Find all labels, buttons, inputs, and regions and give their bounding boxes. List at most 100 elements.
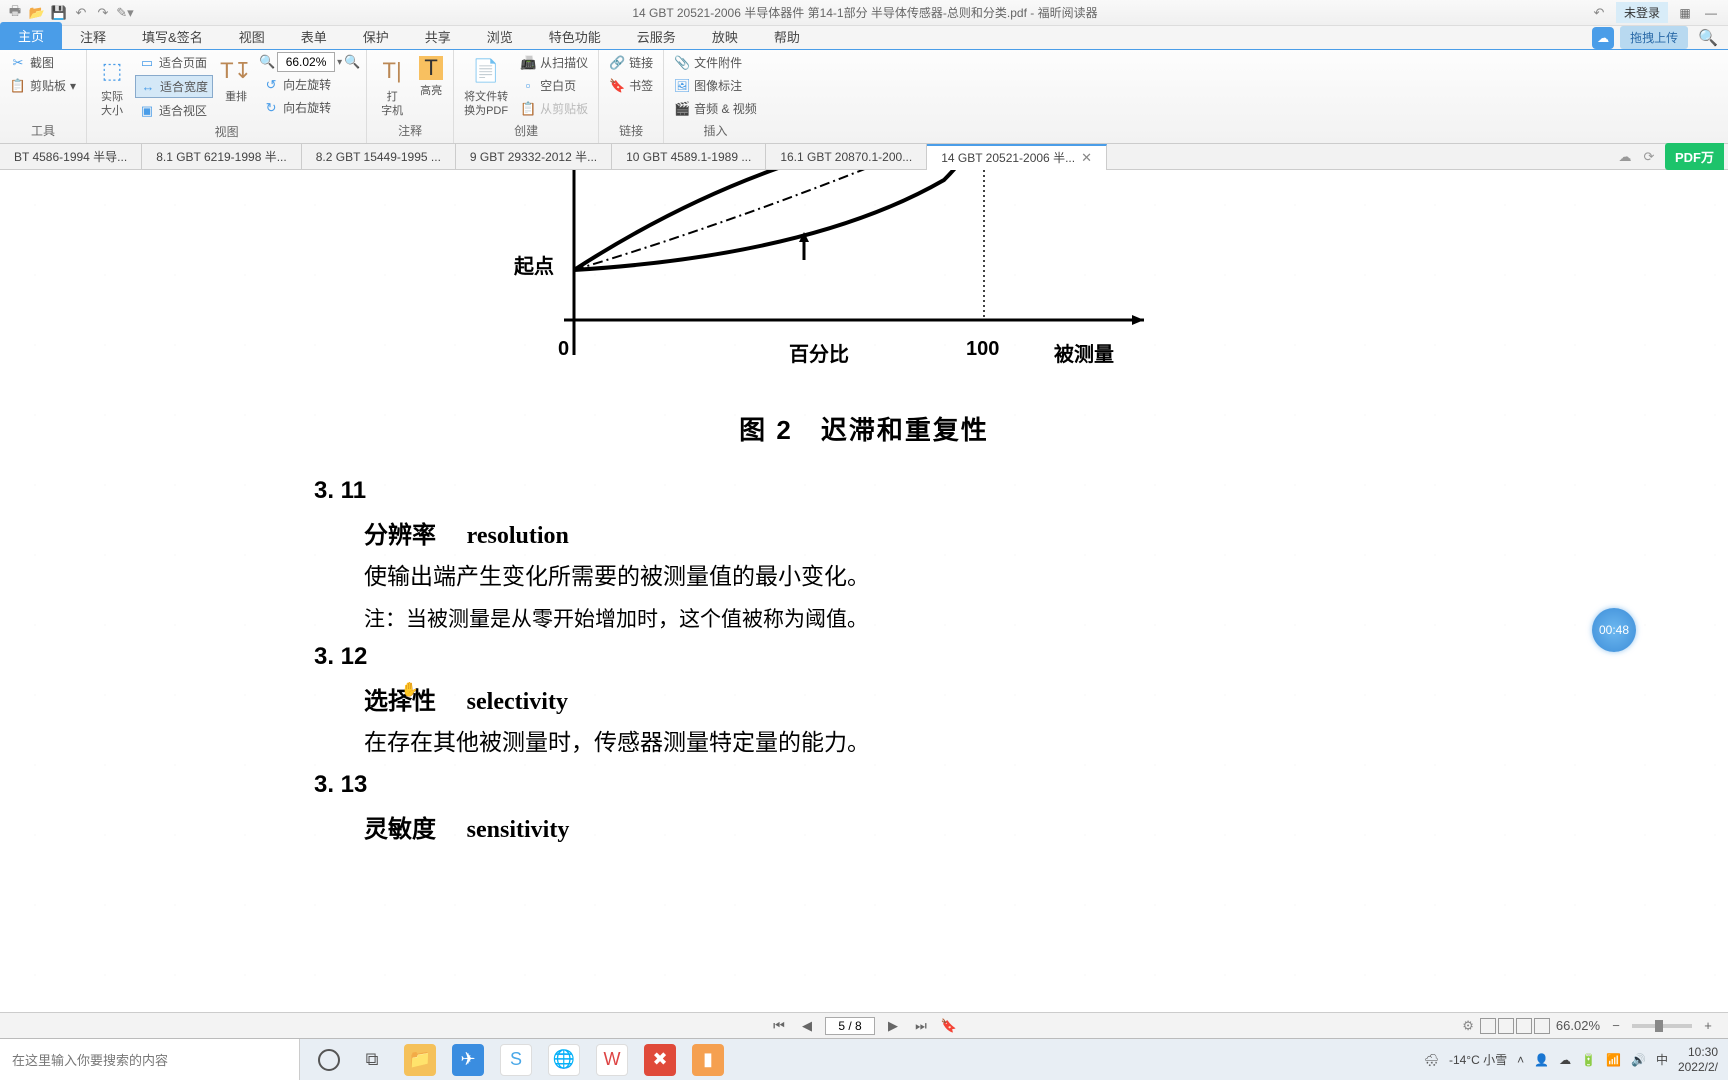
doctab-1[interactable]: BT 4586-1994 半导... bbox=[0, 144, 142, 170]
taskbar-search[interactable]: 在这里输入你要搜索的内容 bbox=[0, 1039, 300, 1080]
menu-tab-annotate[interactable]: 注释 bbox=[62, 24, 124, 49]
tray-chevron-icon[interactable]: ˄ bbox=[1517, 1053, 1524, 1067]
last-page-button[interactable]: ⏭ bbox=[911, 1018, 931, 1034]
menu-tab-play[interactable]: 放映 bbox=[694, 24, 756, 49]
menu-tab-feature[interactable]: 特色功能 bbox=[531, 24, 619, 49]
convert-icon: 📄 bbox=[471, 56, 501, 86]
from-clipboard-button[interactable]: 📋从剪贴板 bbox=[516, 98, 592, 119]
ribbon-group-insert: 📎文件附件 🖼图像标注 🎬音频 & 视频 插入 bbox=[664, 50, 767, 143]
menu-tab-view[interactable]: 视图 bbox=[221, 24, 283, 49]
pdf-badge[interactable]: PDF万 bbox=[1665, 143, 1724, 170]
zoom-status: 66.02% bbox=[1556, 1018, 1600, 1033]
battery-icon[interactable]: 🔋 bbox=[1581, 1053, 1596, 1067]
av-button[interactable]: 🎬音频 & 视频 bbox=[670, 98, 761, 119]
wifi-icon[interactable]: 📶 bbox=[1606, 1053, 1621, 1067]
menu-tab-help[interactable]: 帮助 bbox=[756, 24, 818, 49]
cloud-icon[interactable]: ☁ bbox=[1592, 27, 1614, 49]
bookmark-nav-icon[interactable]: 🔖 bbox=[939, 1018, 959, 1034]
zoom-out-icon[interactable]: 🔍 bbox=[259, 54, 275, 70]
next-page-button[interactable]: ▶ bbox=[883, 1018, 903, 1034]
login-button[interactable]: 未登录 bbox=[1616, 2, 1668, 23]
highlight-button[interactable]: T高亮 bbox=[415, 52, 447, 98]
minimize-icon[interactable]: — bbox=[1702, 6, 1720, 20]
recording-timer[interactable]: 00:48 bbox=[1592, 608, 1636, 652]
screenshot-status-icon[interactable]: ⚙ bbox=[1462, 1018, 1474, 1034]
convert-button[interactable]: 📄将文件转 换为PDF bbox=[460, 52, 512, 119]
close-tab-icon[interactable]: ✕ bbox=[1081, 150, 1092, 166]
cloud-sync-icon[interactable]: ☁ bbox=[1617, 149, 1633, 165]
chevron-down-icon[interactable]: ▾ bbox=[337, 57, 342, 68]
attach-button[interactable]: 📎文件附件 bbox=[670, 52, 761, 73]
app-blue1-icon[interactable]: ✈ bbox=[452, 1044, 484, 1076]
cortana-icon[interactable] bbox=[318, 1049, 340, 1071]
menu-tab-protect[interactable]: 保护 bbox=[345, 24, 407, 49]
bookmark-button[interactable]: 🔖书签 bbox=[605, 75, 657, 96]
image-note-button[interactable]: 🖼图像标注 bbox=[670, 75, 761, 96]
save-icon[interactable]: 💾 bbox=[50, 4, 68, 22]
rotate-left-button[interactable]: ↺向左旋转 bbox=[259, 74, 360, 95]
ime-indicator[interactable]: 中 bbox=[1656, 1051, 1668, 1068]
people-icon[interactable]: 👤 bbox=[1534, 1053, 1549, 1067]
zoom-slider[interactable] bbox=[1632, 1024, 1692, 1028]
menu-tab-home[interactable]: 主页 bbox=[0, 22, 62, 49]
fit-width-button[interactable]: ↔适合宽度 bbox=[135, 75, 213, 98]
actual-size-button[interactable]: ⬚实际 大小 bbox=[93, 52, 131, 119]
doctab-3[interactable]: 8.2 GBT 15449-1995 ... bbox=[302, 144, 456, 170]
clock[interactable]: 10:30 2022/2/ bbox=[1678, 1045, 1718, 1074]
onedrive-icon[interactable]: ☁ bbox=[1559, 1053, 1571, 1067]
explorer-icon[interactable]: 📁 bbox=[404, 1044, 436, 1076]
doctab-6[interactable]: 16.1 GBT 20870.1-200... bbox=[766, 144, 927, 170]
zoom-in-status[interactable]: + bbox=[1698, 1018, 1718, 1033]
doctab-4[interactable]: 9 GBT 29332-2012 半... bbox=[456, 144, 612, 170]
open-icon[interactable]: 📂 bbox=[28, 4, 46, 22]
brush-icon[interactable]: ✎▾ bbox=[116, 4, 134, 22]
first-page-button[interactable]: ⏮ bbox=[769, 1018, 789, 1034]
rotate-right-icon: ↻ bbox=[263, 100, 279, 116]
menu-tab-form[interactable]: 表单 bbox=[283, 24, 345, 49]
rotate-right-button[interactable]: ↻向右旋转 bbox=[259, 97, 360, 118]
taskview-icon[interactable]: ⧉ bbox=[356, 1044, 388, 1076]
page-input[interactable] bbox=[825, 1017, 875, 1035]
search-icon[interactable]: 🔍 bbox=[1694, 28, 1722, 48]
document-viewport[interactable]: 起点 0 百分比 100 被测量 图 2 迟滞和重复性 3. 11 分辨率 re… bbox=[0, 170, 1728, 1010]
doctab-7-active[interactable]: 14 GBT 20521-2006 半...✕ bbox=[927, 144, 1107, 170]
zoom-out-status[interactable]: − bbox=[1606, 1018, 1626, 1033]
menu-tab-cloud[interactable]: 云服务 bbox=[619, 24, 694, 49]
undo-right-icon[interactable]: ↶ bbox=[1590, 4, 1608, 22]
zoom-in-icon[interactable]: 🔍 bbox=[344, 54, 360, 70]
reflow-button[interactable]: T↧重排 bbox=[217, 52, 255, 104]
zoom-controls: 🔍 ▾ 🔍 bbox=[259, 52, 360, 72]
apps-grid-icon[interactable]: ▦ bbox=[1676, 6, 1694, 20]
menu-tab-browse[interactable]: 浏览 bbox=[469, 24, 531, 49]
from-scanner-button[interactable]: 📠从扫描仪 bbox=[516, 52, 592, 73]
upload-button[interactable]: 拖拽上传 bbox=[1620, 26, 1688, 49]
view-mode-buttons[interactable] bbox=[1480, 1018, 1550, 1034]
blank-page-button[interactable]: ▫空白页 bbox=[516, 75, 592, 96]
redo-icon[interactable]: ↷ bbox=[94, 4, 112, 22]
weather-icon[interactable]: 🌨 bbox=[1424, 1053, 1439, 1067]
fit-page-button[interactable]: ▭适合页面 bbox=[135, 52, 213, 73]
undo-icon[interactable]: ↶ bbox=[72, 4, 90, 22]
print-icon[interactable]: 🖶 bbox=[6, 4, 24, 22]
link-button[interactable]: 🔗链接 bbox=[605, 52, 657, 73]
typewriter-button[interactable]: T|打 字机 bbox=[373, 52, 411, 119]
app-sogou-icon[interactable]: S bbox=[500, 1044, 532, 1076]
refresh-icon[interactable]: ⟳ bbox=[1641, 149, 1657, 165]
doctab-5[interactable]: 10 GBT 4589.1-1989 ... bbox=[612, 144, 766, 170]
app-browser-icon[interactable]: 🌐 bbox=[548, 1044, 580, 1076]
screenshot-button[interactable]: ✂截图 bbox=[6, 52, 80, 73]
menu-tab-share[interactable]: 共享 bbox=[407, 24, 469, 49]
prev-page-button[interactable]: ◀ bbox=[797, 1018, 817, 1034]
note-311: 注：当被测量是从零开始增加时，这个值被称为阈值。 bbox=[364, 603, 1414, 633]
app-foxit-icon[interactable]: ▮ bbox=[692, 1044, 724, 1076]
volume-icon[interactable]: 🔊 bbox=[1631, 1053, 1646, 1067]
search-placeholder: 在这里输入你要搜索的内容 bbox=[12, 1050, 168, 1069]
doctab-2[interactable]: 8.1 GBT 6219-1998 半... bbox=[142, 144, 302, 170]
app-red-icon[interactable]: ✖ bbox=[644, 1044, 676, 1076]
weather-text[interactable]: -14°C 小雪 bbox=[1449, 1051, 1507, 1068]
menu-tab-fillsign[interactable]: 填写&签名 bbox=[124, 24, 221, 49]
clipboard-button[interactable]: 📋剪贴板 ▾ bbox=[6, 75, 80, 96]
app-wps-icon[interactable]: W bbox=[596, 1044, 628, 1076]
fit-view-button[interactable]: ▣适合视区 bbox=[135, 100, 213, 121]
zoom-input[interactable] bbox=[277, 52, 335, 72]
